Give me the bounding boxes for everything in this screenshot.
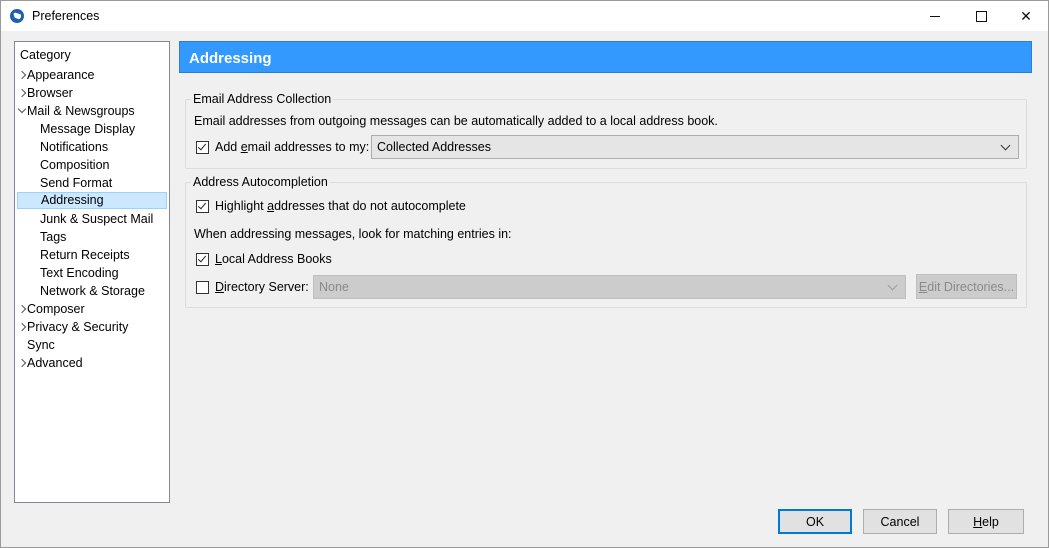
title-bar[interactable]: Preferences ✕: [1, 1, 1048, 31]
tree-item-tags[interactable]: Tags: [17, 229, 167, 246]
pane-header: Addressing: [179, 41, 1032, 73]
tree-item-return-receipts[interactable]: Return Receipts: [17, 247, 167, 264]
chevron-down-icon: [887, 280, 898, 291]
help-button[interactable]: Help: [948, 509, 1024, 534]
highlight-addresses-label[interactable]: Highlight addresses that do not autocomp…: [215, 199, 466, 213]
lookup-description: When addressing messages, look for match…: [194, 227, 512, 241]
cancel-label: Cancel: [880, 514, 920, 529]
tree-item-text-encoding[interactable]: Text Encoding: [17, 265, 167, 282]
address-book-select[interactable]: Collected Addresses: [371, 135, 1019, 159]
tree-item-label: Sync: [27, 338, 55, 352]
tree-item-label: Mail & Newsgroups: [27, 104, 135, 118]
tree-item-privacy-security[interactable]: Privacy & Security: [17, 319, 167, 336]
tree-item-sync[interactable]: Sync: [17, 337, 167, 354]
tree-item-advanced[interactable]: Advanced: [17, 355, 167, 372]
tree-item-label: Composition: [40, 158, 110, 172]
maximize-button[interactable]: [958, 1, 1004, 31]
tree-item-junk-suspect-mail[interactable]: Junk & Suspect Mail: [17, 211, 167, 228]
help-label: Help: [973, 514, 999, 529]
tree-item-composer[interactable]: Composer: [17, 301, 167, 318]
tree-item-browser[interactable]: Browser: [17, 85, 167, 102]
expand-arrow-icon[interactable]: [17, 88, 27, 98]
tree-item-label: Send Format: [40, 176, 113, 190]
tree-item-mail-newsgroups[interactable]: Mail & Newsgroups: [17, 103, 167, 120]
category-tree[interactable]: Category Appearance Browser Mail & Newsg…: [14, 41, 170, 503]
preferences-window: Preferences ✕ Category Appearance Browse…: [0, 0, 1049, 548]
tree-item-label: Appearance: [27, 68, 95, 82]
edit-directories-label: Edit Directories...: [918, 279, 1015, 294]
ok-button[interactable]: OK: [778, 509, 852, 534]
ok-label: OK: [805, 514, 825, 529]
directory-server-value: None: [319, 280, 349, 294]
tree-item-label: Advanced: [27, 356, 83, 370]
category-header: Category: [20, 48, 71, 62]
email-collection-description: Email addresses from outgoing messages c…: [194, 114, 718, 128]
tree-item-label: Notifications: [40, 140, 109, 154]
close-icon: ✕: [1020, 7, 1032, 24]
minimize-button[interactable]: [912, 1, 958, 31]
tree-item-label: Network & Storage: [40, 284, 145, 298]
minimize-icon: [930, 15, 940, 17]
directory-server-checkbox[interactable]: [196, 281, 209, 294]
maximize-icon: [975, 10, 987, 22]
expand-arrow-icon[interactable]: [17, 304, 27, 314]
add-email-checkbox[interactable]: [196, 141, 209, 154]
tree-item-label: Composer: [27, 302, 85, 316]
tree-item-label: Privacy & Security: [27, 320, 129, 334]
tree-item-label: Browser: [27, 86, 73, 100]
tree-item-addressing[interactable]: Addressing: [17, 192, 167, 209]
tree-item-label: Text Encoding: [40, 266, 119, 280]
pane-title: Addressing: [189, 50, 272, 67]
tree-item-appearance[interactable]: Appearance: [17, 67, 167, 84]
directory-server-label[interactable]: Directory Server:: [215, 280, 309, 294]
directory-server-select[interactable]: None: [313, 275, 906, 299]
tree-item-message-display[interactable]: Message Display: [17, 121, 167, 138]
cancel-button[interactable]: Cancel: [863, 509, 937, 534]
tree-item-label: Message Display: [40, 122, 136, 136]
expand-arrow-icon[interactable]: [17, 70, 27, 80]
tree-item-notifications[interactable]: Notifications: [17, 139, 167, 156]
seamonkey-app-icon: [10, 9, 24, 23]
chevron-down-icon: [1000, 140, 1011, 151]
tree-item-label: Return Receipts: [40, 248, 130, 262]
close-button[interactable]: ✕: [1003, 1, 1049, 31]
tree-item-label: Junk & Suspect Mail: [40, 212, 154, 226]
tree-item-network-storage[interactable]: Network & Storage: [17, 283, 167, 300]
email-collection-legend: Email Address Collection: [191, 92, 334, 106]
local-address-books-label[interactable]: Local Address Books: [215, 252, 332, 266]
highlight-addresses-checkbox[interactable]: [196, 200, 209, 213]
collapse-arrow-icon[interactable]: [17, 104, 27, 114]
local-address-books-checkbox[interactable]: [196, 253, 209, 266]
expand-arrow-icon[interactable]: [17, 322, 27, 332]
tree-item-send-format[interactable]: Send Format: [17, 175, 167, 192]
autocompletion-legend: Address Autocompletion: [191, 175, 330, 189]
tree-item-composition[interactable]: Composition: [17, 157, 167, 174]
tree-item-label: Tags: [40, 230, 67, 244]
address-book-value: Collected Addresses: [377, 140, 491, 154]
expand-arrow-icon[interactable]: [17, 358, 27, 368]
window-title: Preferences: [32, 9, 100, 23]
tree-item-label: Addressing: [41, 193, 104, 207]
add-email-label[interactable]: Add email addresses to my:: [215, 140, 369, 154]
edit-directories-button[interactable]: Edit Directories...: [916, 274, 1017, 299]
